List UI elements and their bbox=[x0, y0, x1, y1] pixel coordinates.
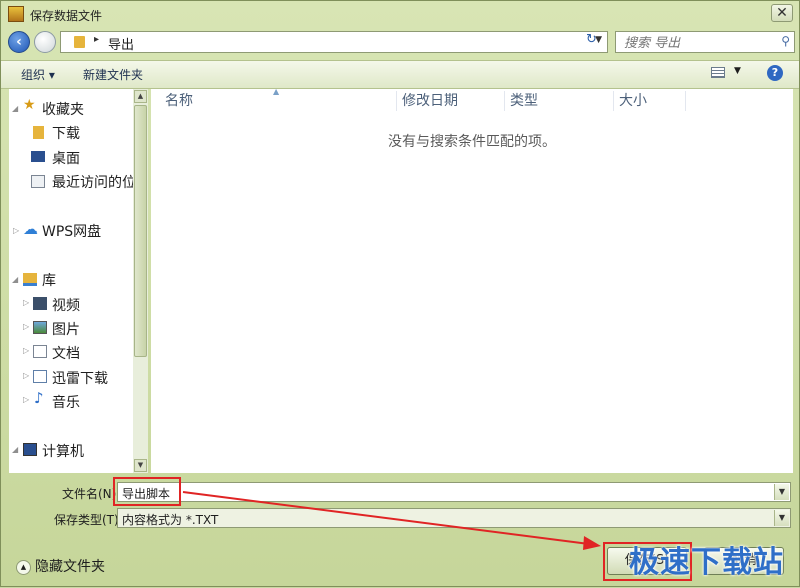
address-bar-row: ‹ ▸ 导出 ▼ ↻ ⚲ bbox=[1, 28, 799, 58]
file-list: ▲ 名称 修改日期 类型 大小 没有与搜索条件匹配的项。 bbox=[151, 87, 793, 473]
watermark: 极速下载站 bbox=[629, 545, 784, 580]
expand-arrow-icon[interactable]: ▷ bbox=[23, 346, 29, 355]
expand-arrow-icon[interactable]: ▷ bbox=[23, 298, 29, 307]
sidebar-item-downloads[interactable]: 下载 bbox=[52, 123, 80, 143]
expand-arrow-icon[interactable]: ◢ bbox=[12, 445, 18, 454]
hide-folders-label: 隐藏文件夹 bbox=[35, 559, 105, 575]
app-icon bbox=[8, 6, 24, 22]
music-icon: ♪ bbox=[34, 389, 44, 407]
organize-button[interactable]: 组织 ▾ bbox=[21, 66, 55, 83]
column-divider[interactable] bbox=[685, 91, 686, 111]
chevron-down-icon[interactable]: ▼ bbox=[774, 484, 789, 500]
filename-field[interactable]: 导出脚本 ▼ bbox=[117, 482, 791, 502]
filetype-value[interactable]: 内容格式为 *.TXT bbox=[122, 511, 218, 528]
cloud-icon: ☁ bbox=[23, 220, 38, 238]
expand-arrow-icon[interactable]: ▷ bbox=[23, 371, 29, 380]
filename-label: 文件名(N): bbox=[62, 487, 121, 501]
folder-icon bbox=[74, 36, 85, 48]
title-bar: 保存数据文件 ✕ bbox=[1, 1, 799, 28]
hide-folders-toggle[interactable]: ▲ 隐藏文件夹 bbox=[16, 556, 105, 576]
sidebar-item-recent[interactable]: 最近访问的位 bbox=[52, 172, 133, 192]
picture-icon bbox=[33, 321, 47, 334]
sidebar-item-documents[interactable]: 文档 bbox=[52, 343, 80, 363]
address-bar[interactable]: ▸ 导出 ▼ bbox=[60, 31, 608, 53]
nav-scrollbar[interactable]: ▲ ▼ bbox=[133, 89, 148, 473]
expand-arrow-icon[interactable]: ◢ bbox=[12, 104, 18, 113]
filetype-select[interactable]: 内容格式为 *.TXT ▼ bbox=[117, 508, 791, 528]
document-icon bbox=[33, 345, 47, 358]
column-header-size[interactable]: 大小 bbox=[612, 89, 682, 113]
desktop-icon bbox=[31, 151, 45, 162]
chevron-down-icon[interactable]: ▼ bbox=[734, 66, 741, 76]
close-button[interactable]: ✕ bbox=[771, 4, 793, 22]
forward-button[interactable] bbox=[34, 31, 56, 53]
sidebar-item-libraries[interactable]: 库 bbox=[42, 270, 56, 290]
save-file-dialog: 保存数据文件 ✕ ‹ ▸ 导出 ▼ ↻ ⚲ 组织 ▾ 新建文件夹 ▼ ? ◢ ★… bbox=[0, 0, 800, 587]
navigation-pane: ◢ ★ 收藏夹 下载 桌面 最近访问的位 ▷ ☁ WPS网盘 ◢ 库 ▷ 视频 … bbox=[9, 89, 133, 473]
thunder-icon bbox=[33, 370, 47, 383]
column-header-name[interactable]: 名称 bbox=[158, 89, 398, 113]
search-input[interactable] bbox=[622, 33, 776, 53]
breadcrumb-arrow-icon[interactable]: ▸ bbox=[94, 34, 99, 45]
refresh-icon[interactable]: ↻ bbox=[586, 32, 597, 47]
sidebar-item-wps-drive[interactable]: WPS网盘 bbox=[42, 221, 101, 241]
help-icon[interactable]: ? bbox=[767, 65, 783, 81]
computer-icon bbox=[23, 443, 37, 456]
breadcrumb-current[interactable]: 导出 bbox=[108, 34, 134, 53]
chevron-down-icon[interactable]: ▼ bbox=[774, 510, 789, 526]
sidebar-item-pictures[interactable]: 图片 bbox=[52, 319, 80, 339]
empty-message: 没有与搜索条件匹配的项。 bbox=[388, 134, 556, 150]
scroll-down-icon[interactable]: ▼ bbox=[134, 459, 147, 472]
star-icon: ★ bbox=[23, 97, 36, 113]
sidebar-item-favorites[interactable]: 收藏夹 bbox=[42, 99, 84, 119]
column-header-date[interactable]: 修改日期 bbox=[395, 89, 503, 113]
back-button[interactable]: ‹ bbox=[8, 31, 30, 53]
search-icon[interactable]: ⚲ bbox=[781, 34, 790, 48]
view-icon[interactable] bbox=[711, 67, 725, 78]
scrollbar-thumb[interactable] bbox=[134, 105, 147, 357]
filename-highlight-box bbox=[113, 477, 181, 506]
sidebar-item-desktop[interactable]: 桌面 bbox=[52, 148, 80, 168]
search-box[interactable]: ⚲ bbox=[615, 31, 795, 53]
folder-icon bbox=[33, 126, 44, 139]
expand-arrow-icon[interactable]: ◢ bbox=[12, 275, 18, 284]
scroll-up-icon[interactable]: ▲ bbox=[134, 90, 147, 103]
expand-arrow-icon[interactable]: ▷ bbox=[13, 226, 19, 235]
expand-arrow-icon[interactable]: ▷ bbox=[23, 322, 29, 331]
video-icon bbox=[33, 297, 47, 310]
sidebar-item-xunlei-downloads[interactable]: 迅雷下载 bbox=[52, 368, 108, 388]
library-icon bbox=[23, 273, 37, 286]
command-toolbar: 组织 ▾ 新建文件夹 ▼ ? bbox=[1, 60, 799, 89]
sidebar-item-videos[interactable]: 视频 bbox=[52, 295, 80, 315]
new-folder-button[interactable]: 新建文件夹 bbox=[83, 66, 143, 83]
column-header-type[interactable]: 类型 bbox=[503, 89, 611, 113]
sidebar-item-computer[interactable]: 计算机 bbox=[42, 441, 84, 461]
filetype-label: 保存类型(T): bbox=[54, 513, 123, 527]
chevron-up-icon: ▲ bbox=[16, 559, 31, 575]
recent-icon bbox=[31, 175, 45, 188]
sidebar-item-music[interactable]: 音乐 bbox=[52, 392, 80, 412]
window-title: 保存数据文件 bbox=[30, 9, 103, 23]
expand-arrow-icon[interactable]: ▷ bbox=[23, 395, 29, 404]
